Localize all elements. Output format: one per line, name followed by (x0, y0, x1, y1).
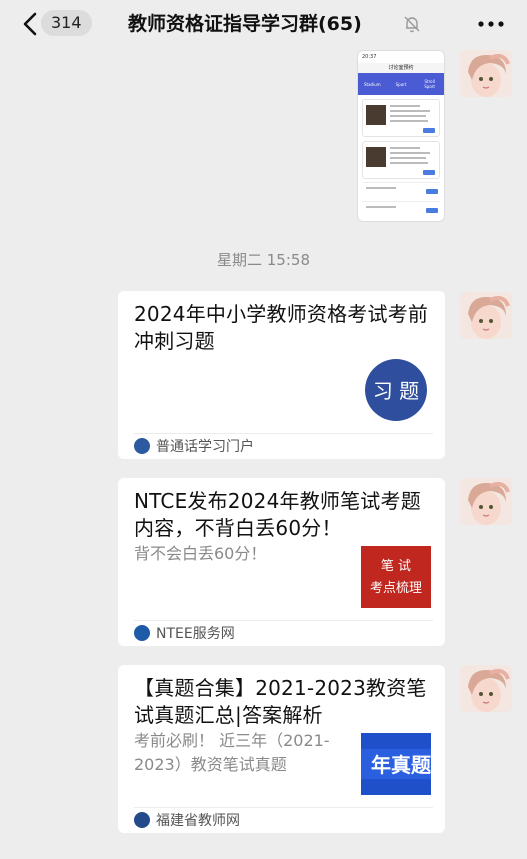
card-title: 【真题合集】2021-2023教资笔试真题汇总|答案解析 (134, 676, 427, 727)
card-source: NTEE服务网 (134, 624, 235, 642)
preview-status-time: 20:37 (362, 54, 377, 60)
chat-timestamp: 星期二 15:58 (217, 251, 310, 269)
sender-avatar[interactable] (460, 478, 512, 525)
preview-card (362, 99, 440, 137)
source-logo-icon (134, 438, 150, 454)
card-divider (134, 807, 433, 808)
card-divider (134, 433, 433, 434)
source-name: NTEE服务网 (156, 626, 235, 642)
preview-page-title: 讨论室预约 (358, 63, 444, 73)
card-thumbnail: 笔 试考点梳理 (361, 546, 431, 608)
source-logo-icon (134, 625, 150, 641)
card-source: 普通话学习门户 (134, 437, 254, 455)
nav-bar: 314 教师资格证指导学习群(65) (0, 0, 527, 48)
preview-row (362, 201, 440, 217)
unread-count-badge[interactable]: 314 (41, 10, 92, 36)
card-thumbnail-text: 考点梳理 (370, 581, 422, 596)
source-name: 普通话学习门户 (156, 439, 254, 455)
link-card-message[interactable]: 2024年中小学教师资格考试考前冲刺习题 习 题 普通话学习门户 (118, 291, 445, 459)
preview-tab: Stroll Sport (424, 79, 436, 89)
link-card-message[interactable]: 【真题合集】2021-2023教资笔试真题汇总|答案解析 考前必刷！ 近三年（2… (118, 665, 445, 833)
chat-title: 教师资格证指导学习群(65) (128, 13, 362, 35)
mute-bell-icon (402, 14, 422, 34)
preview-tab: Sport (395, 81, 407, 87)
sender-avatar[interactable] (460, 292, 512, 339)
preview-card (362, 141, 440, 179)
source-logo-icon (134, 812, 150, 828)
card-divider (134, 620, 433, 621)
sender-avatar[interactable] (460, 50, 512, 97)
more-options-icon[interactable] (474, 12, 508, 36)
card-source: 福建省教师网 (134, 811, 240, 829)
preview-tab: Stadium (364, 81, 381, 87)
card-title: 2024年中小学教师资格考试考前冲刺习题 (134, 302, 429, 353)
card-thumbnail-text: 笔 试 (381, 558, 411, 574)
link-card-message[interactable]: NTCE发布2024年教师笔试考题内容，不背白丢60分！ 背不会白丢60分！ 笔… (118, 478, 445, 646)
preview-row (362, 182, 440, 198)
card-thumbnail-text: 习 题 (373, 379, 419, 403)
card-description: 考前必刷！ 近三年（2021-2023）教资笔试真题 (134, 731, 330, 774)
card-description: 背不会白丢60分！ (134, 544, 267, 563)
source-name: 福建省教师网 (156, 813, 240, 829)
preview-tab-bar: Stadium Sport Stroll Sport (358, 73, 444, 95)
screenshot-image-message[interactable]: 20:37 讨论室预约 Stadium Sport Stroll Sport (357, 50, 445, 222)
card-title: NTCE发布2024年教师笔试考题内容，不背白丢60分！ (134, 489, 421, 540)
card-thumbnail: 年真题 (361, 733, 431, 795)
card-thumbnail-text: 年真题 (371, 753, 431, 777)
sender-avatar[interactable] (460, 665, 512, 712)
card-thumbnail: 习 题 (361, 359, 431, 421)
